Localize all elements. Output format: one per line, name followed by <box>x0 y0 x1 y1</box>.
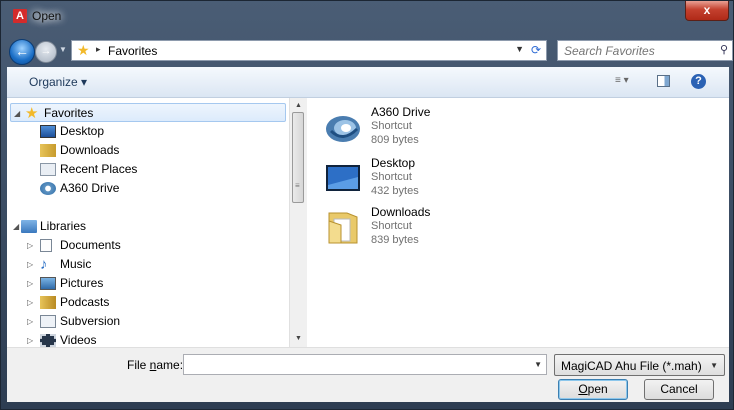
tree-item-label: Recent Places <box>60 162 138 176</box>
desktop-large-icon <box>326 165 360 191</box>
libraries-icon <box>21 220 37 233</box>
file-type: Shortcut <box>371 171 412 183</box>
file-name: Desktop <box>371 156 416 170</box>
bottom-panel: File name: ▼ MagiCAD Ahu File (*.mah) ▼ … <box>7 347 729 402</box>
open-button[interactable]: Open <box>558 379 628 400</box>
collapsed-arrow-icon[interactable]: ▷ <box>27 312 33 331</box>
file-name-label: File name: <box>127 358 184 372</box>
autocad-app-icon: A <box>13 9 27 23</box>
tree-item-label: Downloads <box>60 143 120 157</box>
collapsed-arrow-icon[interactable]: ▷ <box>27 293 33 312</box>
tree-item-favorites[interactable]: ◢ ★ Favorites <box>10 103 286 122</box>
tree-item-label: Documents <box>60 238 121 252</box>
navigation-scrollbar[interactable]: ▲ ≡ ▼ <box>289 98 307 347</box>
subversion-library-icon <box>40 315 56 328</box>
back-button[interactable]: ← <box>9 39 35 65</box>
breadcrumb-separator-icon[interactable]: ▸ <box>96 44 101 55</box>
address-dropdown-icon[interactable]: ▼ <box>515 44 524 54</box>
downloads-folder-large-icon <box>328 212 358 244</box>
address-bar[interactable]: ★ ▸ Favorites ▼ ⟳ <box>71 40 547 61</box>
file-size: 809 bytes <box>371 134 419 146</box>
organize-menu-button[interactable]: Organize ▾ <box>29 75 87 89</box>
breadcrumb-favorites[interactable]: Favorites <box>108 44 157 58</box>
open-dialog: A Open x ← → ▼ ★ ▸ Favorites ▼ ⟳ ⚲ Organ… <box>0 0 734 410</box>
music-icon: ♪ <box>40 256 48 273</box>
tree-item-label: Videos <box>60 333 97 347</box>
tree-item-label: Pictures <box>60 276 104 290</box>
tree-item-label: Desktop <box>60 124 105 138</box>
help-icon[interactable]: ? <box>691 74 706 89</box>
file-size: 432 bytes <box>371 185 419 197</box>
tree-item-label: A360 Drive <box>60 181 120 195</box>
file-type-select[interactable]: MagiCAD Ahu File (*.mah) ▼ <box>554 354 725 376</box>
navigation-pane: ◢ ★ Favorites Desktop Downloads Recent P… <box>7 98 303 347</box>
search-icon[interactable]: ⚲ <box>720 43 728 56</box>
collapsed-arrow-icon[interactable]: ▷ <box>27 274 33 293</box>
file-item-downloads[interactable]: Downloads Shortcut 839 bytes <box>325 205 525 253</box>
file-name: Downloads <box>371 205 431 219</box>
window-title: Open <box>32 9 62 23</box>
cancel-button[interactable]: Cancel <box>644 379 714 400</box>
refresh-icon[interactable]: ⟳ <box>531 43 541 57</box>
change-view-icon[interactable]: ≡ ▾ <box>615 75 629 86</box>
tree-item-label: Subversion <box>60 314 121 328</box>
file-type: Shortcut <box>371 220 412 232</box>
podcasts-folder-icon <box>40 296 56 309</box>
file-item-desktop[interactable]: Desktop Shortcut 432 bytes <box>325 156 525 204</box>
tree-item-label: Music <box>60 257 92 271</box>
close-button[interactable]: x <box>685 1 729 21</box>
file-name-dropdown-icon[interactable]: ▼ <box>534 360 542 369</box>
command-toolbar: Organize ▾ ≡ ▾ ? <box>7 67 729 98</box>
file-item-a360-drive[interactable]: A360 Drive Shortcut 809 bytes <box>325 105 525 153</box>
tree-item-label: Favorites <box>44 106 94 120</box>
navigation-bar: ← → ▼ ★ ▸ Favorites ▼ ⟳ ⚲ <box>7 37 733 65</box>
forward-button[interactable]: → <box>35 41 57 63</box>
search-box[interactable]: ⚲ <box>557 40 733 61</box>
file-type-dropdown-icon[interactable]: ▼ <box>710 361 718 370</box>
expanded-arrow-icon[interactable]: ◢ <box>14 104 20 123</box>
file-type-value: MagiCAD Ahu File (*.mah) <box>561 359 702 373</box>
collapsed-arrow-icon[interactable]: ▷ <box>27 331 33 347</box>
recent-places-icon <box>40 163 56 176</box>
file-size: 839 bytes <box>371 234 419 246</box>
favorites-star-icon: ★ <box>77 42 90 58</box>
tree-item-label: Libraries <box>40 219 87 233</box>
tree-item-label: Podcasts <box>60 295 110 309</box>
a360-drive-large-icon <box>326 116 360 142</box>
documents-icon <box>40 239 52 252</box>
downloads-folder-icon <box>40 144 56 157</box>
pictures-icon <box>40 277 56 290</box>
file-name: A360 Drive <box>371 105 431 119</box>
videos-icon <box>40 334 56 347</box>
recent-pages-dropdown-icon[interactable]: ▼ <box>59 45 67 54</box>
preview-pane-icon[interactable] <box>657 75 670 87</box>
star-icon: ★ <box>25 105 39 122</box>
file-name-combobox[interactable]: ▼ <box>183 354 547 375</box>
desktop-icon <box>40 125 56 138</box>
file-type: Shortcut <box>371 120 412 132</box>
scrollbar-grip-icon: ≡ <box>295 181 300 190</box>
file-list-pane: A360 Drive Shortcut 809 bytes Desktop Sh… <box>317 98 727 347</box>
dialog-client-area: Organize ▾ ≡ ▾ ? ◢ ★ Favorites Desktop D… <box>7 67 729 402</box>
title-bar[interactable]: A Open x <box>1 1 734 33</box>
scroll-down-arrow-icon[interactable]: ▼ <box>290 331 307 347</box>
collapsed-arrow-icon[interactable]: ▷ <box>27 236 33 255</box>
search-input[interactable] <box>562 43 716 59</box>
a360-drive-icon <box>40 182 56 195</box>
expanded-arrow-icon[interactable]: ◢ <box>13 217 19 236</box>
collapsed-arrow-icon[interactable]: ▷ <box>27 255 33 274</box>
